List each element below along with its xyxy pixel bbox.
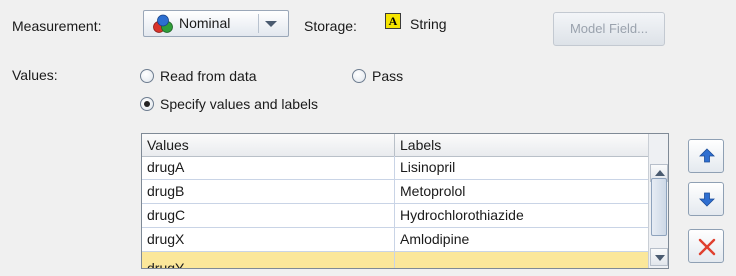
- radio-pass[interactable]: Pass: [352, 68, 422, 86]
- radio-read-from-data[interactable]: Read from data: [140, 68, 310, 86]
- radio-label: Pass: [372, 68, 404, 84]
- model-field-button[interactable]: Model Field...: [553, 12, 665, 46]
- values-label: Values:: [12, 67, 58, 83]
- storage-label: Storage:: [304, 18, 357, 34]
- value-cell[interactable]: drugY: [142, 257, 394, 268]
- chevron-down-icon: [655, 255, 665, 261]
- delete-button[interactable]: [688, 229, 724, 263]
- table-row[interactable]: drugC Hydrochlorothiazide: [142, 204, 648, 228]
- radio-button[interactable]: [352, 69, 366, 83]
- storage-value: String: [410, 16, 447, 32]
- radio-button-selected[interactable]: [140, 97, 154, 111]
- values-labels-table[interactable]: Values Labels drugA Lisinopril drugB Met…: [141, 133, 669, 269]
- label-cell[interactable]: [395, 252, 648, 268]
- move-down-button[interactable]: [688, 182, 724, 216]
- chevron-up-icon: [655, 170, 665, 176]
- radio-label: Specify values and labels: [160, 96, 318, 112]
- value-cell[interactable]: drugB: [142, 180, 394, 203]
- table-row[interactable]: drugB Metoprolol: [142, 180, 648, 204]
- nominal-measure-icon: [153, 14, 173, 33]
- move-down-icon: [699, 192, 715, 207]
- value-cell[interactable]: drugC: [142, 204, 394, 227]
- label-cell[interactable]: Hydrochlorothiazide: [395, 204, 648, 227]
- value-cell[interactable]: drugX: [142, 228, 394, 251]
- radio-button[interactable]: [140, 69, 154, 83]
- label-cell[interactable]: Metoprolol: [395, 180, 648, 203]
- scroll-down-button[interactable]: [650, 248, 668, 266]
- measurement-selected-value: Nominal: [179, 15, 231, 31]
- column-header-values[interactable]: Values: [142, 134, 394, 156]
- measurement-label: Measurement:: [12, 18, 102, 34]
- move-up-icon: [699, 148, 715, 163]
- chevron-down-icon[interactable]: [265, 21, 277, 27]
- radio-label: Read from data: [160, 68, 257, 84]
- column-divider: [394, 156, 395, 268]
- dropdown-separator: [258, 14, 259, 33]
- value-cell[interactable]: drugA: [142, 156, 394, 179]
- table-header: Values Labels: [142, 134, 648, 157]
- column-header-labels[interactable]: Labels: [395, 134, 648, 156]
- label-cell[interactable]: Amlodipine: [395, 228, 648, 251]
- measurement-dropdown[interactable]: Nominal: [143, 10, 289, 37]
- table-row-selected[interactable]: drugY: [142, 252, 648, 268]
- table-row[interactable]: drugA Lisinopril: [142, 156, 648, 180]
- label-cell[interactable]: Lisinopril: [395, 156, 648, 179]
- delete-icon: [698, 238, 716, 256]
- vertical-scrollbar[interactable]: [648, 134, 668, 268]
- scrollbar-thumb[interactable]: [651, 178, 667, 236]
- radio-specify-values[interactable]: Specify values and labels: [140, 96, 360, 114]
- move-up-button[interactable]: [688, 139, 724, 173]
- string-storage-icon: A: [385, 13, 401, 29]
- table-row[interactable]: drugX Amlodipine: [142, 228, 648, 252]
